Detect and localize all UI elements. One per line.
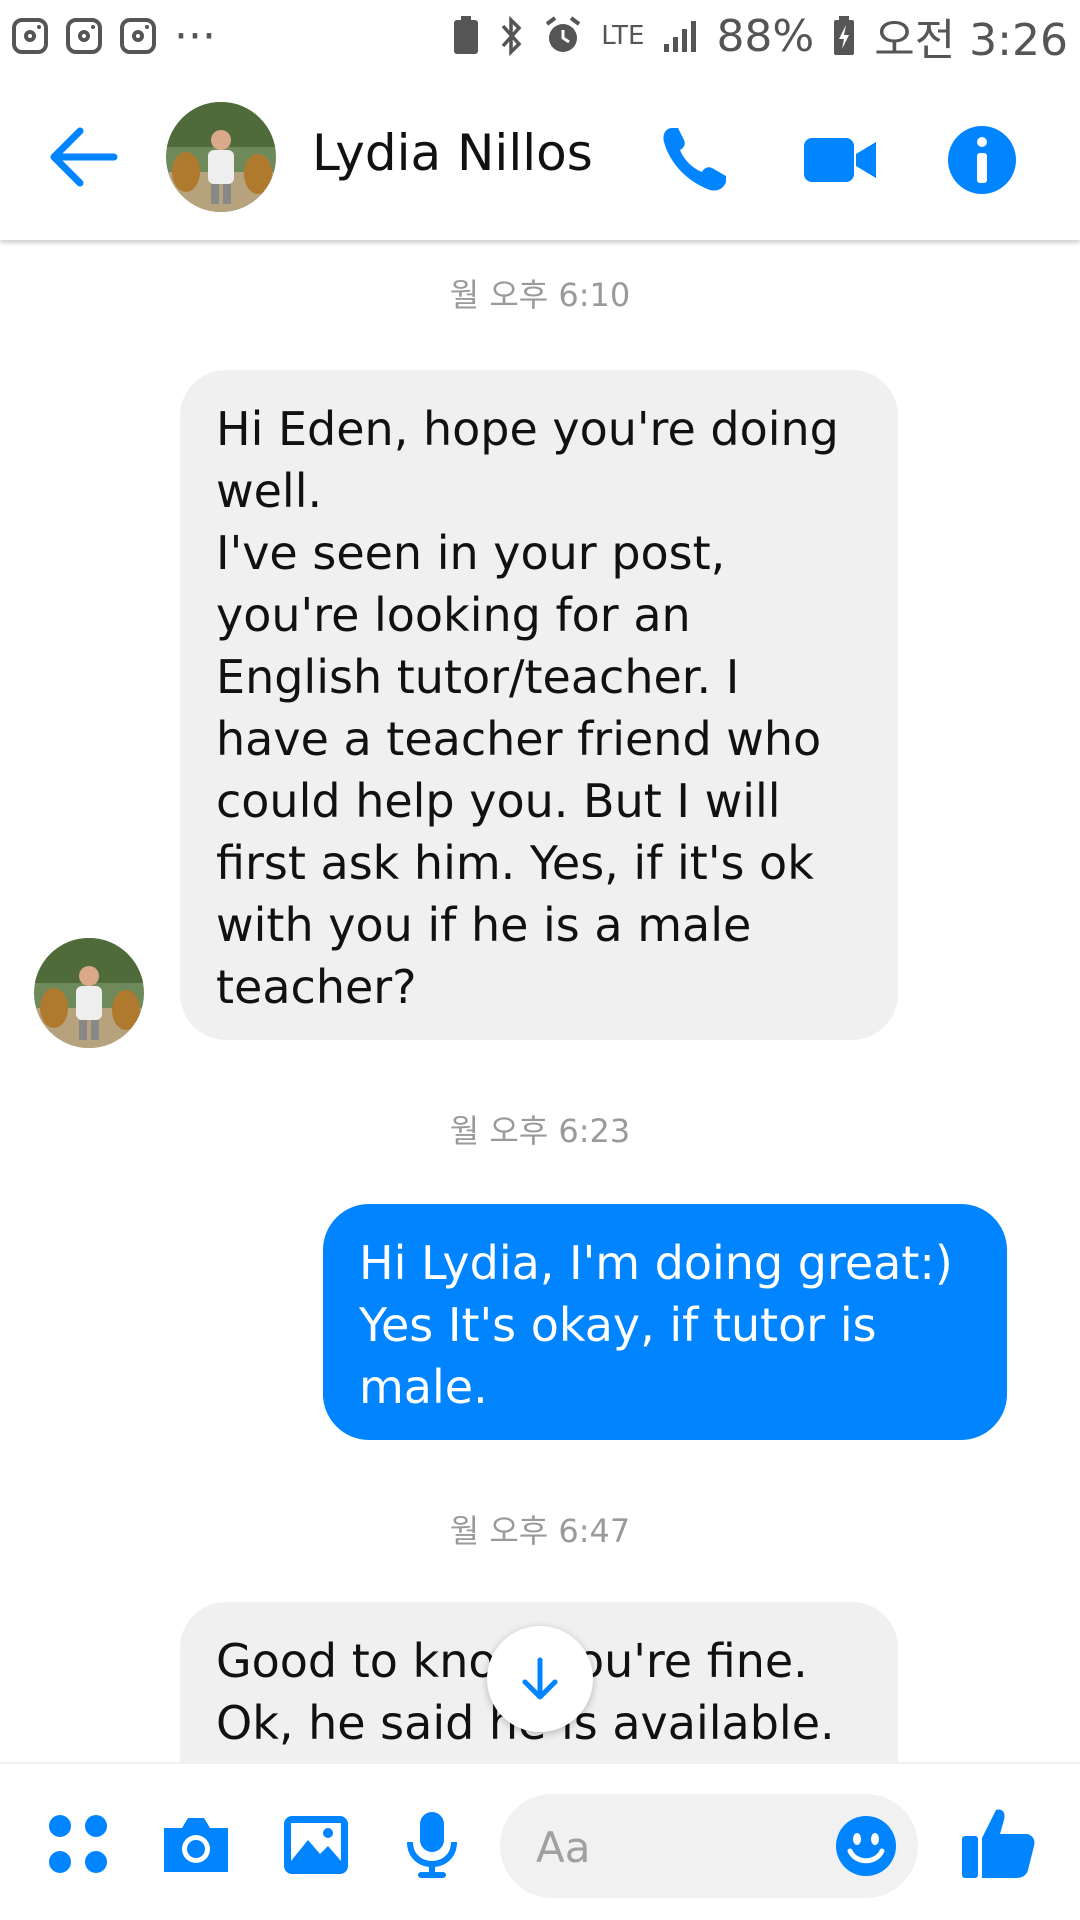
camera-icon[interactable]	[160, 1808, 232, 1880]
outgoing-message-bubble[interactable]: Hi Lydia, I'm doing great:) Yes It's oka…	[323, 1204, 1007, 1440]
battery-charging-icon	[834, 16, 855, 55]
conversation-header: Lydia Nillos	[0, 72, 1080, 240]
message-composer	[0, 1762, 1080, 1920]
scroll-to-bottom-button[interactable]	[487, 1626, 593, 1732]
status-bar: ··· LTE 88% 오전 3:26	[0, 0, 1080, 72]
microphone-icon[interactable]	[396, 1808, 468, 1880]
message-input-container[interactable]	[500, 1794, 918, 1898]
network-type: LTE	[601, 21, 645, 51]
avatar-photo	[166, 102, 276, 212]
phone-icon[interactable]	[654, 120, 734, 200]
status-bar-right: LTE 88% 오전 3:26	[451, 4, 1068, 68]
thumbs-up-icon[interactable]	[958, 1802, 1038, 1882]
sender-avatar[interactable]	[34, 938, 144, 1048]
instagram-icon	[66, 18, 102, 54]
status-bar-left: ···	[12, 11, 216, 62]
avatar-photo	[34, 938, 144, 1048]
clock: 오전 3:26	[874, 15, 1068, 66]
battery-percent: 88%	[716, 10, 815, 62]
arrow-down-icon	[522, 1657, 558, 1700]
instagram-icon	[12, 18, 48, 54]
more-notifications-indicator: ···	[174, 10, 216, 62]
instagram-icon	[120, 18, 156, 54]
message-timestamp: 월 오후 6:23	[449, 1112, 631, 1150]
bluetooth-icon	[501, 16, 522, 56]
message-timestamp: 월 오후 6:47	[449, 1512, 631, 1550]
back-arrow-icon[interactable]	[44, 122, 124, 192]
smiley-icon[interactable]	[834, 1814, 898, 1878]
signal-icon	[664, 21, 697, 52]
contact-name[interactable]: Lydia Nillos	[312, 124, 593, 182]
message-timestamp: 월 오후 6:10	[449, 276, 631, 314]
image-icon[interactable]	[280, 1808, 352, 1880]
recycle-icon	[454, 16, 479, 54]
message-input[interactable]	[534, 1816, 798, 1878]
info-icon[interactable]	[942, 120, 1022, 200]
video-camera-icon[interactable]	[800, 120, 880, 200]
contact-avatar[interactable]	[166, 102, 276, 212]
alarm-icon	[546, 16, 581, 52]
incoming-message-bubble[interactable]: Hi Eden, hope you're doing well. I've se…	[180, 370, 898, 1040]
four-dots-icon[interactable]	[42, 1808, 114, 1880]
